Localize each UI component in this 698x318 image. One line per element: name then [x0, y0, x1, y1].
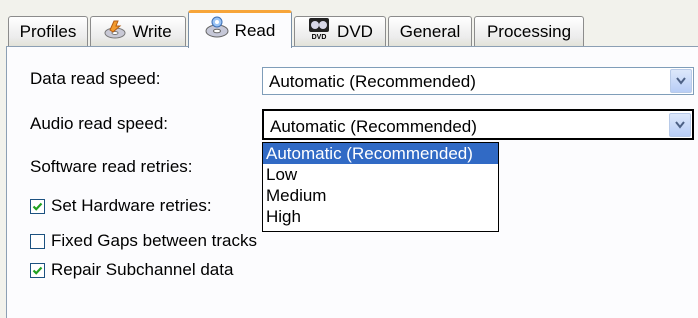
disc-read-icon	[205, 16, 229, 45]
chevron-down-icon	[676, 77, 686, 85]
dropdown-option[interactable]: High	[263, 206, 498, 227]
repair-subchannel-label: Repair Subchannel data	[51, 260, 234, 279]
data-read-speed-value: Automatic (Recommended)	[269, 72, 476, 91]
tab-label: Processing	[486, 21, 572, 41]
tab-label: General	[399, 21, 461, 41]
set-hardware-retries-checkbox[interactable]	[30, 199, 45, 214]
audio-read-speed-value: Automatic (Recommended)	[270, 117, 477, 136]
tab-label: Write	[132, 21, 172, 41]
tab-processing[interactable]: Processing	[474, 16, 584, 46]
software-read-retries-label: Software read retries:	[30, 157, 193, 176]
tab-label: Profiles	[19, 21, 77, 41]
dropdown-arrow-button[interactable]	[669, 113, 691, 137]
checkmark-icon	[32, 266, 43, 275]
data-read-speed-select[interactable]: Automatic (Recommended)	[262, 67, 694, 95]
dropdown-arrow-button[interactable]	[670, 69, 692, 93]
checkmark-icon	[32, 202, 43, 211]
tab-write[interactable]: Write	[90, 16, 186, 46]
disc-write-icon	[104, 18, 126, 45]
tab-general[interactable]: General	[388, 16, 472, 46]
set-hardware-retries-label: Set Hardware retries:	[51, 196, 212, 215]
audio-read-speed-label: Audio read speed:	[30, 114, 168, 133]
chevron-down-icon	[675, 121, 685, 129]
tab-dvd[interactable]: DVD DVD	[294, 16, 386, 46]
tab-profiles[interactable]: Profiles	[8, 16, 88, 46]
tab-strip: Profiles Write Read DVD DVD General Proc…	[0, 0, 698, 50]
fixed-gaps-label: Fixed Gaps between tracks	[51, 231, 257, 250]
tab-label: Read	[234, 20, 276, 40]
dropdown-option[interactable]: Automatic (Recommended)	[263, 143, 498, 164]
fixed-gaps-checkbox[interactable]	[30, 234, 45, 249]
repair-subchannel-checkbox[interactable]	[30, 263, 45, 278]
dvd-icon: DVD	[307, 17, 331, 46]
audio-read-speed-dropdown-list: Automatic (Recommended) Low Medium High	[262, 142, 499, 232]
svg-text:DVD: DVD	[312, 34, 327, 41]
data-read-speed-label: Data read speed:	[30, 69, 161, 88]
dropdown-option[interactable]: Medium	[263, 185, 498, 206]
tab-label: DVD	[337, 21, 373, 41]
tab-read[interactable]: Read	[188, 10, 292, 48]
audio-read-speed-select[interactable]: Automatic (Recommended)	[262, 109, 694, 140]
dropdown-option[interactable]: Low	[263, 164, 498, 185]
